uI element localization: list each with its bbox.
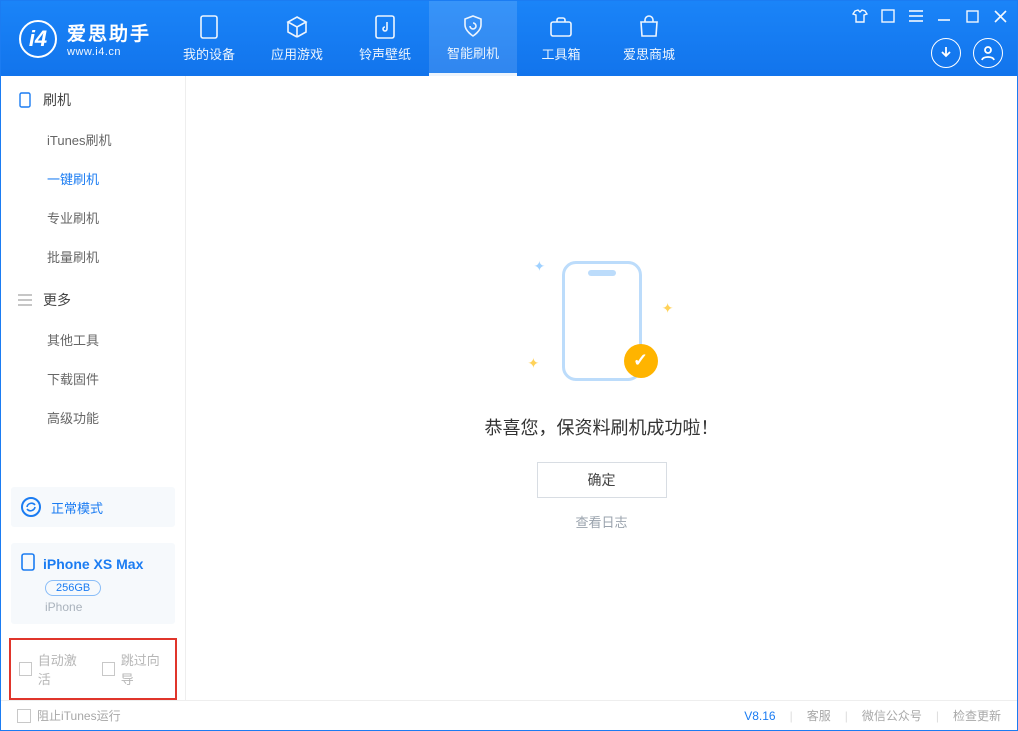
device-type: iPhone <box>45 600 165 614</box>
separator: | <box>790 709 793 723</box>
window-controls <box>851 7 1009 25</box>
checkbox-icon <box>102 662 115 676</box>
main-panel: ✦ ✦ ✦ ✓ 恭喜您，保资料刷机成功啦！ 确定 查看日志 <box>186 76 1017 700</box>
main-tabs: 我的设备 应用游戏 铃声壁纸 智能刷机 工具箱 <box>165 1 693 76</box>
sidebar-item-download-firmware[interactable]: 下载固件 <box>1 359 185 398</box>
sidebar-item-batch-flash[interactable]: 批量刷机 <box>1 237 185 276</box>
footer-link-update[interactable]: 检查更新 <box>953 707 1001 724</box>
success-illustration: ✦ ✦ ✦ ✓ <box>512 246 692 396</box>
sidebar-item-oneclick-flash[interactable]: 一键刷机 <box>1 159 185 198</box>
checkbox-skip-guide[interactable]: 跳过向导 <box>102 650 167 688</box>
tab-label: 铃声壁纸 <box>359 44 411 63</box>
sidebar-item-other-tools[interactable]: 其他工具 <box>1 320 185 359</box>
status-bar: 阻止iTunes运行 V8.16 | 客服 | 微信公众号 | 检查更新 <box>1 700 1017 730</box>
tab-store[interactable]: 爱思商城 <box>605 1 693 76</box>
tab-app-games[interactable]: 应用游戏 <box>253 1 341 76</box>
device-name: iPhone XS Max <box>43 556 143 572</box>
section-title: 更多 <box>43 290 71 310</box>
sync-icon <box>21 497 41 517</box>
tab-smart-flash[interactable]: 智能刷机 <box>429 1 517 76</box>
success-panel: ✦ ✦ ✦ ✓ 恭喜您，保资料刷机成功啦！ 确定 查看日志 <box>485 246 719 531</box>
brand-logo-icon: i4 <box>19 20 57 58</box>
brand: i4 爱思助手 www.i4.cn <box>1 1 165 76</box>
success-message: 恭喜您，保资料刷机成功啦！ <box>485 414 719 440</box>
phone-icon <box>21 553 35 574</box>
list-icon <box>17 292 33 308</box>
shield-refresh-icon <box>460 13 486 39</box>
checkbox-auto-activate[interactable]: 自动激活 <box>19 650 84 688</box>
sparkle-icon: ✦ <box>534 258 546 275</box>
sidebar-item-advanced[interactable]: 高级功能 <box>1 398 185 437</box>
tab-ringtone-wallpaper[interactable]: 铃声壁纸 <box>341 1 429 76</box>
close-icon[interactable] <box>991 7 1009 25</box>
phone-outline-icon <box>17 92 33 108</box>
view-log-link[interactable]: 查看日志 <box>575 512 627 531</box>
tab-toolbox[interactable]: 工具箱 <box>517 1 605 76</box>
tab-label: 智能刷机 <box>447 43 499 62</box>
tab-my-device[interactable]: 我的设备 <box>165 1 253 76</box>
section-title: 刷机 <box>43 90 71 110</box>
version-label: V8.16 <box>744 709 775 723</box>
cube-icon <box>284 14 310 40</box>
sparkle-icon: ✦ <box>662 300 674 317</box>
footer-link-wechat[interactable]: 微信公众号 <box>862 707 922 724</box>
sidebar-item-pro-flash[interactable]: 专业刷机 <box>1 198 185 237</box>
checkbox-icon <box>17 709 31 723</box>
checkbox-icon <box>19 662 32 676</box>
mode-card[interactable]: 正常模式 <box>11 487 175 527</box>
minimize-icon[interactable] <box>935 7 953 25</box>
separator: | <box>936 709 939 723</box>
window-mini-icon[interactable] <box>879 7 897 25</box>
check-badge-icon: ✓ <box>624 344 658 378</box>
block-itunes-label: 阻止iTunes运行 <box>37 707 121 724</box>
opt-label: 自动激活 <box>38 650 84 688</box>
menu-icon[interactable] <box>907 7 925 25</box>
tab-label: 爱思商城 <box>623 44 675 63</box>
tab-label: 我的设备 <box>183 44 235 63</box>
sidebar-section-flash: 刷机 <box>1 76 185 120</box>
header-actions <box>931 38 1003 68</box>
sidebar-section-more: 更多 <box>1 276 185 320</box>
app-header: i4 爱思助手 www.i4.cn 我的设备 应用游戏 铃声壁纸 <box>1 1 1017 76</box>
sparkle-icon: ✦ <box>528 355 540 372</box>
download-button[interactable] <box>931 38 961 68</box>
ok-button[interactable]: 确定 <box>537 462 667 498</box>
maximize-icon[interactable] <box>963 7 981 25</box>
brand-name: 爱思助手 <box>67 19 151 46</box>
bag-icon <box>636 14 662 40</box>
tshirt-icon[interactable] <box>851 7 869 25</box>
device-icon <box>196 14 222 40</box>
brand-text: 爱思助手 www.i4.cn <box>67 19 151 58</box>
checkbox-block-itunes[interactable]: 阻止iTunes运行 <box>17 707 121 724</box>
brand-url: www.i4.cn <box>67 46 151 58</box>
music-doc-icon <box>372 14 398 40</box>
device-capacity: 256GB <box>45 580 101 596</box>
account-button[interactable] <box>973 38 1003 68</box>
flash-options-highlighted: 自动激活 跳过向导 <box>9 638 177 700</box>
opt-label: 跳过向导 <box>121 650 167 688</box>
footer-link-support[interactable]: 客服 <box>807 707 831 724</box>
sidebar: 刷机 iTunes刷机 一键刷机 专业刷机 批量刷机 更多 其他工具 下载固件 … <box>1 76 186 700</box>
tab-label: 应用游戏 <box>271 44 323 63</box>
separator: | <box>845 709 848 723</box>
tab-label: 工具箱 <box>542 44 581 63</box>
mode-label: 正常模式 <box>51 498 103 517</box>
sidebar-item-itunes-flash[interactable]: iTunes刷机 <box>1 120 185 159</box>
toolbox-icon <box>548 14 574 40</box>
device-card[interactable]: iPhone XS Max 256GB iPhone <box>11 543 175 624</box>
content-area: 刷机 iTunes刷机 一键刷机 专业刷机 批量刷机 更多 其他工具 下载固件 … <box>1 76 1017 700</box>
